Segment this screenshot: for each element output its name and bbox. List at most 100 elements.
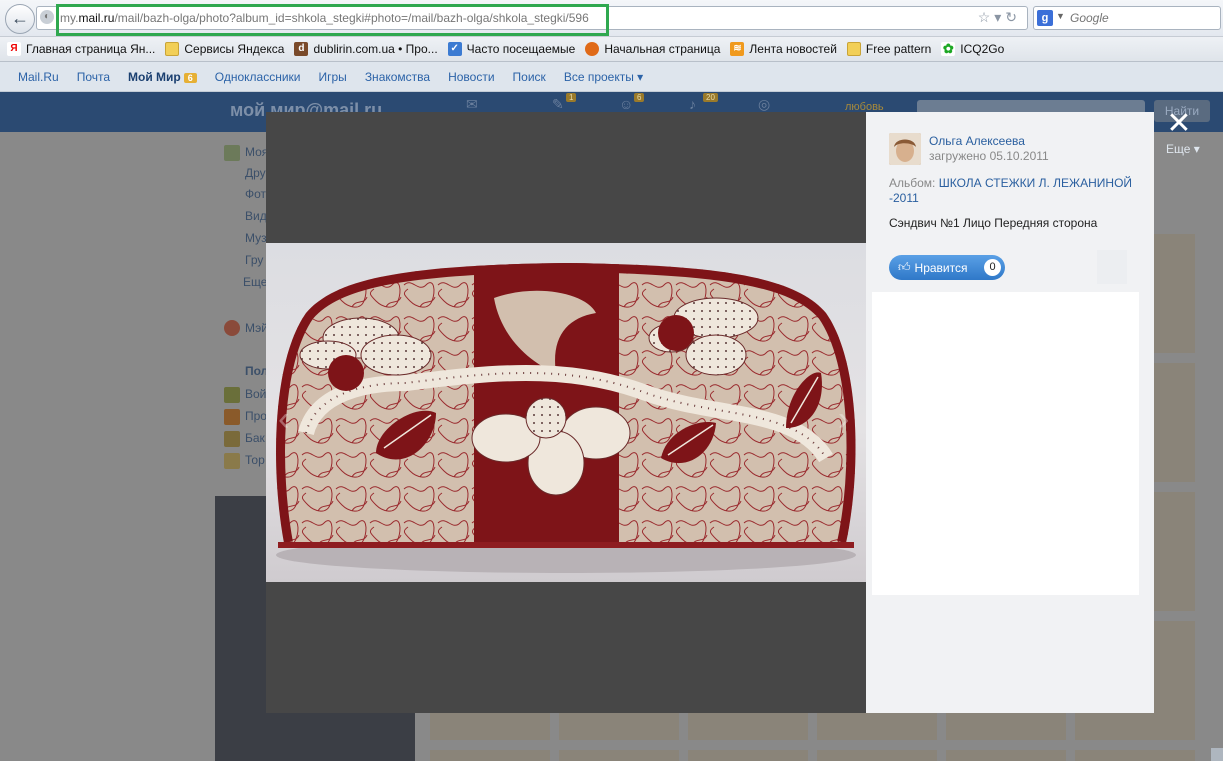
app-icon — [224, 409, 240, 425]
nav-dating[interactable]: Знакомства — [365, 70, 430, 84]
bookmarks-toolbar: Я Главная страница Ян... Сервисы Яндекса … — [0, 37, 1223, 62]
bookmark-icq2go[interactable]: ✿ ICQ2Go — [941, 42, 1004, 56]
like-label: Нравится — [914, 260, 968, 275]
photo-thumbnail[interactable] — [1075, 713, 1195, 740]
photo-thumbnail[interactable] — [430, 713, 550, 740]
nav-search[interactable]: Поиск — [513, 70, 546, 84]
bookmark-frequent[interactable]: ✓ Часто посещаемые — [447, 42, 576, 56]
next-photo-button[interactable]: › — [838, 402, 849, 436]
folder-icon — [165, 42, 180, 56]
friends-badge: 6 — [634, 93, 645, 102]
bookmark-news-feed[interactable]: ≋ Лента новостей — [730, 42, 837, 56]
bookmark-label: Лента новостей — [749, 42, 837, 56]
quilted-bag-photo[interactable] — [266, 243, 866, 582]
bookmark-yandex-services[interactable]: Сервисы Яндекса — [165, 42, 284, 56]
yandex-icon: Я — [7, 42, 21, 56]
mail-icon[interactable]: ✉ — [466, 96, 478, 113]
bookmark-star-icon[interactable]: ☆▾↻ — [978, 9, 1021, 26]
sidebar-item-video[interactable]: Вид — [245, 209, 267, 223]
previous-photo-button[interactable]: ‹ — [278, 402, 289, 436]
folder-icon — [846, 42, 861, 56]
bookmark-label: dublirin.com.ua • Про... — [313, 42, 438, 56]
like-count: 0 — [984, 259, 1001, 276]
google-icon[interactable]: g — [1037, 10, 1053, 26]
frequent-icon: ✓ — [447, 42, 462, 56]
bookmark-label: ICQ2Go — [960, 42, 1005, 56]
friends-icon[interactable]: ☺ — [619, 96, 633, 112]
photo-thumbnail[interactable] — [688, 750, 808, 761]
sidebar-app-1[interactable]: Вой — [245, 387, 266, 401]
album-info: Альбом: ШКОЛА СТЕЖКИ Л. ЛЕЖАНИНОЙ -2011 — [889, 176, 1139, 206]
bookmark-label: Сервисы Яндекса — [184, 42, 285, 56]
sidebar-item-my[interactable]: Моя — [245, 145, 268, 159]
sidebar-item-popular[interactable]: Пол — [245, 364, 268, 378]
photo-thumbnail[interactable] — [559, 750, 679, 761]
avatar[interactable] — [889, 133, 921, 165]
search-input[interactable] — [1068, 9, 1218, 27]
ad-banner — [872, 292, 1139, 595]
nav-mailru[interactable]: Mail.Ru — [18, 70, 59, 84]
butterfly-icon — [224, 431, 240, 447]
author-link[interactable]: Ольга Алексеева — [929, 134, 1025, 148]
sidebar-item-groups[interactable]: Гру — [245, 253, 263, 267]
bookmark-dublirin[interactable]: d dublirin.com.ua • Про... — [294, 42, 438, 56]
app-icon — [224, 453, 240, 469]
nav-moimir[interactable]: Мой Мир 6 — [128, 70, 197, 84]
url-highlight-box — [56, 4, 609, 36]
site-identity-icon[interactable]: ◐ — [40, 10, 54, 24]
photo-thumbnail[interactable] — [946, 713, 1066, 740]
user-icon — [224, 145, 240, 161]
events-badge: 20 — [703, 93, 718, 102]
sidebar-item-agent[interactable]: Мэй — [245, 321, 268, 335]
thumbs-up-icon: 👍︎ — [898, 260, 911, 274]
photo-caption: Сэндвич №1 Лицо Передняя сторона — [889, 216, 1098, 230]
nav-odnoklassniki[interactable]: Одноклассники — [215, 70, 301, 84]
close-icon[interactable]: ✕ — [1164, 109, 1194, 140]
photo-thumbnail[interactable] — [688, 713, 808, 740]
app-icon — [224, 387, 240, 403]
photo-stage: ‹ › — [266, 112, 866, 713]
sidebar-item-music[interactable]: Муз — [245, 231, 267, 245]
photo-thumbnail[interactable] — [1075, 750, 1195, 761]
nav-games[interactable]: Игры — [319, 70, 347, 84]
portal-nav: Mail.Ru Почта Мой Мир 6 Одноклассники Игр… — [0, 62, 1223, 92]
back-button[interactable]: ← — [5, 4, 35, 34]
share-placeholder — [1097, 250, 1127, 284]
upload-date: загружено 05.10.2011 — [929, 149, 1049, 163]
games-icon[interactable]: ◎ — [758, 96, 770, 113]
sidebar-app-2[interactable]: Про — [245, 409, 267, 423]
sidebar-app-4[interactable]: Тор — [245, 453, 265, 467]
bookmark-yandex[interactable]: Я Главная страница Ян... — [7, 42, 155, 56]
messages-icon[interactable]: ✎ — [552, 96, 564, 113]
bookmark-free-pattern[interactable]: Free pattern — [846, 42, 932, 56]
bookmark-label: Free pattern — [865, 42, 932, 56]
back-arrow-icon: ← — [11, 8, 29, 28]
rss-icon: ≋ — [730, 42, 745, 56]
like-button[interactable]: 👍︎ Нравится 0 — [889, 255, 1005, 280]
photo-thumbnail[interactable] — [559, 713, 679, 740]
sidebar-item-more[interactable]: Еще — [243, 275, 267, 289]
search-box[interactable]: g ▼ — [1033, 6, 1221, 30]
nav-mail[interactable]: Почта — [77, 70, 110, 84]
album-label: Альбом: — [889, 176, 936, 190]
photo-thumbnail[interactable] — [817, 713, 937, 740]
photo-thumbnail[interactable] — [946, 750, 1066, 761]
sidebar-item-friends[interactable]: Дру — [245, 166, 266, 180]
sidebar-app-3[interactable]: Бак — [245, 431, 265, 445]
chevron-down-icon[interactable]: ▼ — [1056, 11, 1065, 21]
dublirin-icon: d — [294, 42, 309, 56]
photo-thumbnail[interactable] — [817, 750, 937, 761]
bookmark-label: Начальная страница — [604, 42, 721, 56]
sidebar-item-photos[interactable]: Фот — [245, 187, 266, 201]
nav-all-projects[interactable]: Все проекты ▾ — [564, 70, 643, 84]
scrollbar[interactable] — [1211, 748, 1223, 761]
more-menu-link[interactable]: Еще ▾ — [1166, 142, 1200, 156]
mail-agent-icon — [224, 320, 240, 336]
photo-thumbnail[interactable] — [430, 750, 550, 761]
icq-icon: ✿ — [941, 41, 956, 56]
nav-news[interactable]: Новости — [448, 70, 494, 84]
bookmark-label: Часто посещаемые — [466, 42, 576, 56]
events-icon[interactable]: ♪ — [689, 96, 696, 112]
bookmark-start-page[interactable]: Начальная страница — [585, 42, 720, 56]
bookmark-label: Главная страница Ян... — [26, 42, 156, 56]
